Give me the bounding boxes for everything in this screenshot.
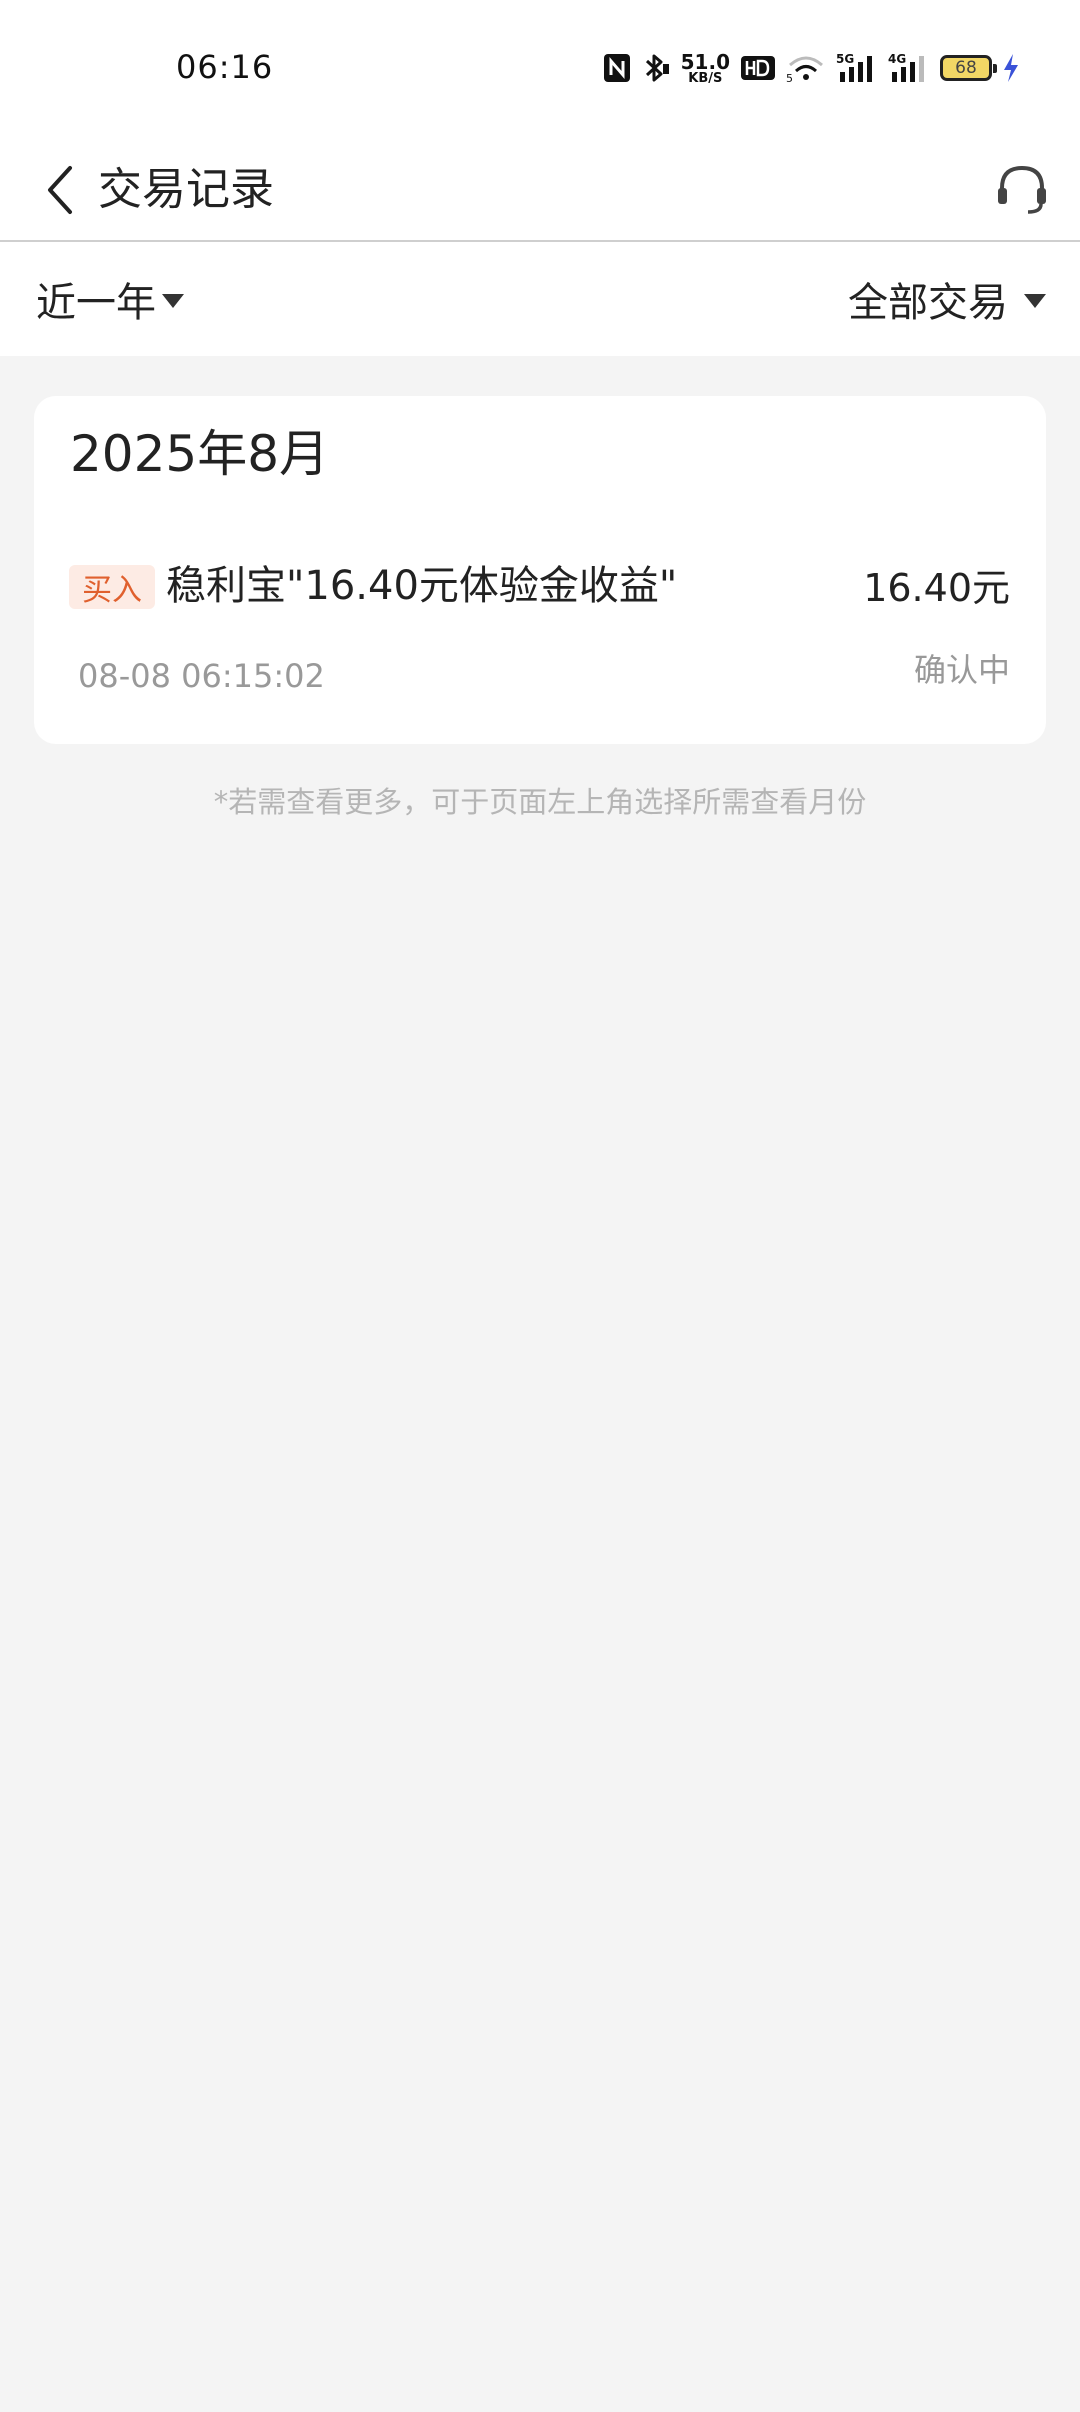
svg-text:5G: 5G (836, 52, 854, 66)
month-title: 2025年8月 (70, 425, 330, 483)
more-hint: *若需查看更多，可于页面左上角选择所需查看月份 (213, 785, 867, 819)
buy-tag: 买入 (69, 565, 155, 609)
svg-text:5: 5 (786, 72, 793, 83)
nav-bar: 交易记录 (0, 140, 1080, 242)
status-time: 06:16 (176, 48, 274, 86)
records-card: 2025年8月 买入 稳利宝"16.40元体验金收益" 16.40元 08-08… (34, 396, 1046, 744)
transaction-status: 确认中 (913, 651, 1010, 689)
hd-icon (740, 55, 776, 81)
net-speed-unit: KB/S (688, 70, 723, 86)
status-bar: 06:16 51.0 KB/S 5 5G 4G 68 (0, 0, 1080, 140)
net-speed: 51.0 KB/S (681, 52, 730, 85)
net-speed-value: 51.0 (680, 49, 730, 74)
headset-icon (998, 165, 1046, 214)
transaction-time: 08-08 06:15:02 (78, 657, 325, 695)
chevron-left-icon (48, 166, 72, 214)
status-icons: 51.0 KB/S 5 5G 4G 68 (603, 48, 1020, 88)
svg-text:4G: 4G (888, 52, 906, 66)
wifi-icon: 5 (786, 53, 826, 83)
transaction-name: 稳利宝"16.40元体验金收益" (166, 563, 678, 609)
customer-service-button[interactable] (984, 152, 1060, 228)
caret-down-icon (1024, 294, 1046, 308)
nfc-icon (603, 53, 631, 83)
transaction-amount: 16.40元 (863, 566, 1010, 610)
filter-bar: 近一年 全部交易 (0, 242, 1080, 356)
signal-5g-icon: 5G (836, 52, 878, 84)
battery-icon: 68 (940, 55, 997, 81)
period-filter[interactable]: 近一年 (36, 242, 184, 356)
back-button[interactable] (24, 150, 94, 230)
page-title: 交易记录 (98, 164, 274, 215)
charging-icon (1002, 53, 1020, 83)
bluetooth-icon (641, 52, 671, 84)
signal-4g-icon: 4G (888, 52, 930, 84)
type-filter[interactable]: 全部交易 (848, 242, 1046, 356)
battery-level: 68 (955, 58, 977, 78)
period-filter-label: 近一年 (36, 280, 156, 326)
caret-down-icon (162, 294, 184, 308)
type-filter-label: 全部交易 (848, 280, 1008, 326)
